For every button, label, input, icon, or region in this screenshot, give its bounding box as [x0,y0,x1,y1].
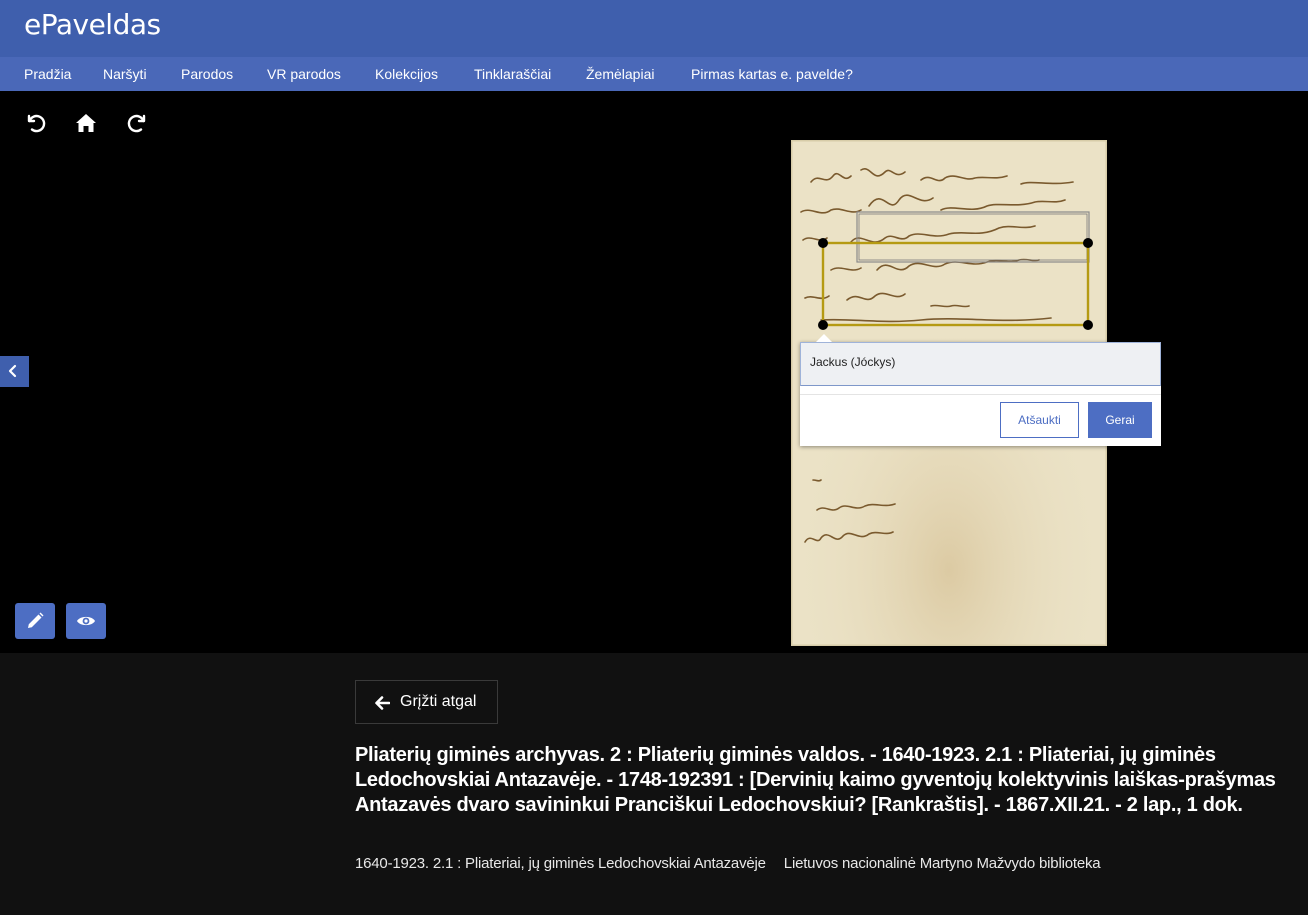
rotate-left-button[interactable] [23,111,47,135]
home-button[interactable] [74,111,98,135]
nav-item-zemelapiai[interactable]: Žemėlapiai [586,66,654,82]
eye-icon [77,616,95,626]
editor-pointer [816,334,832,342]
nav-item-tinklarasciai[interactable]: Tinklaraščiai [474,66,551,82]
rotate-left-icon [27,114,46,133]
cancel-button[interactable]: Atšaukti [1000,402,1079,438]
ok-button[interactable]: Gerai [1088,402,1152,438]
nav-item-kolekcijos[interactable]: Kolekcijos [375,66,438,82]
editor-divider [800,394,1161,395]
sidebar-toggle[interactable] [0,356,29,387]
edit-mode-button[interactable] [15,603,55,639]
record-collection-link[interactable]: 1640-1923. 2.1 : Pliateriai, jų giminės … [355,855,766,872]
nav-item-narsyti[interactable]: Naršyti [103,66,147,82]
nav-item-pradzia[interactable]: Pradžia [24,66,71,82]
record-meta: 1640-1923. 2.1 : Pliateriai, jų giminės … [355,855,1101,872]
pencil-icon [28,612,44,628]
site-logo[interactable]: ePaveldas [24,8,161,41]
annotation-editor: Jackus (Jóckys) Atšaukti Gerai [800,334,1161,446]
record-institution-link[interactable]: Lietuvos nacionalinė Martyno Mažvydo bib… [784,855,1101,872]
rotate-right-icon [127,114,146,133]
home-icon [76,114,96,132]
nav-item-pirmas-kartas[interactable]: Pirmas kartas e. pavelde? [691,66,853,82]
site-header: ePaveldas [0,0,1308,57]
view-mode-button[interactable] [66,603,106,639]
nav-item-parodos[interactable]: Parodos [181,66,233,82]
back-button-label: Grįžti atgal [400,693,477,710]
arrow-left-icon [375,696,390,710]
chevron-left-icon [8,364,17,378]
back-button[interactable]: Grįžti atgal [355,680,498,724]
main-nav: Pradžia Naršyti Parodos VR parodos Kolek… [0,57,1308,91]
annotation-text-input[interactable]: Jackus (Jóckys) [800,342,1161,386]
rotate-right-button[interactable] [126,111,150,135]
document-viewer[interactable]: Jackus (Jóckys) Atšaukti Gerai [0,91,1308,653]
nav-item-vr-parodos[interactable]: VR parodos [267,66,341,82]
record-title: Pliaterių giminės archyvas. 2 : Pliateri… [355,744,1276,816]
